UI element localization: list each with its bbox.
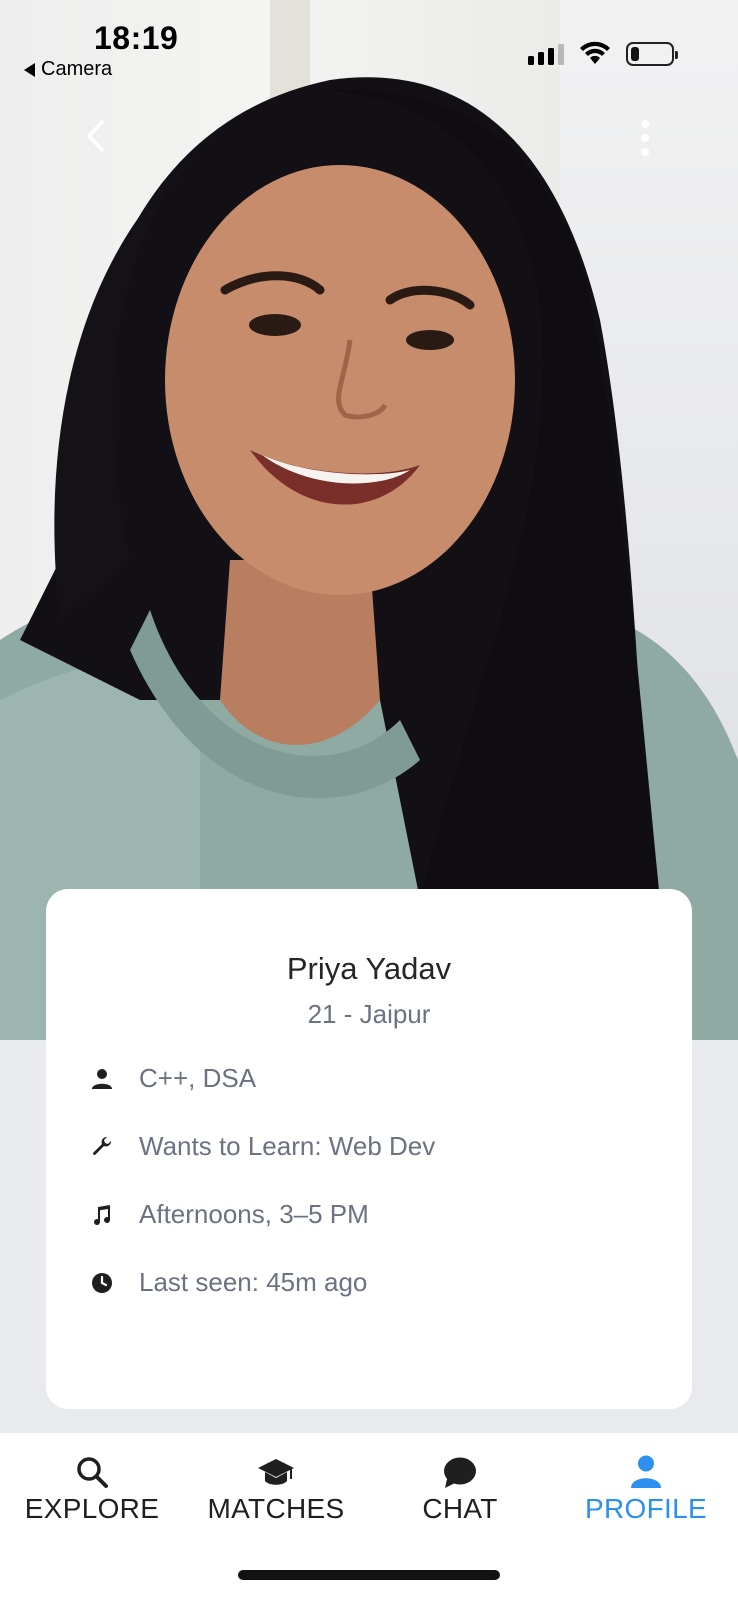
tab-label: CHAT	[422, 1493, 498, 1524]
home-indicator	[238, 1570, 500, 1580]
person-icon	[630, 1453, 662, 1489]
back-to-app-link[interactable]: Camera	[24, 58, 112, 81]
status-bar: 18:19 Camera	[0, 0, 738, 90]
chat-bubble-icon	[443, 1453, 477, 1489]
person-icon	[90, 1067, 114, 1091]
search-icon	[75, 1453, 109, 1489]
detail-text: Wants to Learn: Web Dev	[139, 1131, 436, 1161]
detail-text: Afternoons, 3–5 PM	[139, 1199, 369, 1229]
tab-label: PROFILE	[585, 1493, 707, 1524]
detail-row-last-seen: Last seen: 45m ago	[90, 1267, 367, 1298]
profile-name: Priya Yadav	[286, 951, 452, 986]
back-button[interactable]	[78, 116, 112, 156]
back-triangle-icon	[24, 62, 35, 77]
tab-explore[interactable]: EXPLORE	[0, 1453, 184, 1525]
clock-icon	[90, 1271, 114, 1295]
detail-text: C++, DSA	[139, 1063, 257, 1093]
more-dot-icon	[641, 120, 649, 128]
more-dot-icon	[641, 134, 649, 142]
tab-profile[interactable]: PROFILE	[554, 1453, 738, 1525]
wifi-icon	[580, 41, 610, 64]
tab-label: MATCHES	[207, 1493, 345, 1524]
music-note-icon	[90, 1203, 114, 1227]
more-dot-icon	[641, 148, 649, 156]
profile-photo	[0, 0, 738, 1040]
chevron-left-icon	[87, 120, 104, 152]
battery-icon	[626, 42, 678, 66]
status-time: 18:19	[94, 20, 179, 56]
portrait-illustration	[0, 77, 738, 1040]
tab-matches[interactable]: MATCHES	[184, 1453, 368, 1525]
cellular-signal-icon	[528, 44, 564, 65]
graduation-cap-icon	[257, 1453, 295, 1489]
back-app-label: Camera	[41, 58, 113, 80]
more-options-button[interactable]	[630, 116, 660, 160]
detail-text: Last seen: 45m ago	[139, 1267, 368, 1297]
wrench-icon	[90, 1135, 114, 1159]
profile-age-location: 21 - Jaipur	[307, 999, 431, 1029]
battery-level	[631, 47, 639, 61]
tab-label: EXPLORE	[24, 1493, 160, 1524]
tab-chat[interactable]: CHAT	[368, 1453, 552, 1525]
detail-row-learning: Wants to Learn: Web Dev	[90, 1131, 435, 1162]
detail-row-availability: Afternoons, 3–5 PM	[90, 1199, 369, 1230]
detail-row-skills: C++, DSA	[90, 1063, 256, 1094]
profile-card: Priya Yadav 21 - Jaipur C++, DSA Wants t…	[46, 889, 692, 1409]
